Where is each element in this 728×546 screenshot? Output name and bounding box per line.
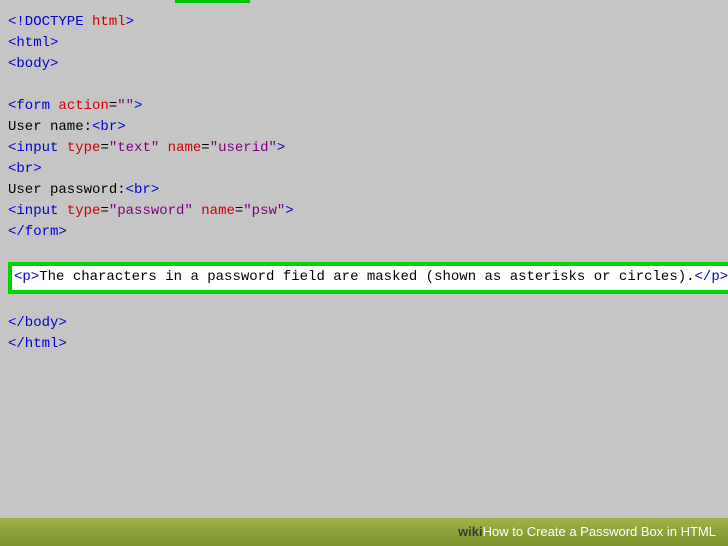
code-block: <!DOCTYPE html> <html> <body> <form acti…: [0, 0, 728, 367]
tag-body-close: </body>: [8, 315, 67, 331]
eq2: =: [100, 140, 108, 156]
attr-html: html: [84, 14, 126, 30]
tag-form-open: <form: [8, 98, 50, 114]
eq1: =: [109, 98, 117, 114]
tag-input2-close: >: [285, 203, 293, 219]
tag-input2-open: <input: [8, 203, 58, 219]
tag-input1-open: <input: [8, 140, 58, 156]
top-green-accent: [175, 0, 250, 3]
highlighted-paragraph-line: <p>The characters in a password field ar…: [8, 262, 728, 294]
tag-html-close: </html>: [8, 336, 67, 352]
tag-p-close: </p>: [695, 269, 728, 285]
tag-doctype-open: <!DOCTYPE: [8, 14, 84, 30]
attr-action-val: "": [117, 98, 134, 114]
tag-html-open: <html>: [8, 35, 58, 51]
attr-name1-val: "userid": [210, 140, 277, 156]
tag-doctype-close: >: [126, 14, 134, 30]
tag-br-2: <br>: [8, 161, 42, 177]
attr-name2-val: "psw": [243, 203, 285, 219]
tag-br-3: <br>: [126, 182, 160, 198]
footer-title: How to Create a Password Box in HTML: [483, 524, 716, 539]
attr-name1: name: [159, 140, 201, 156]
text-userpassword-label: User password:: [8, 182, 126, 198]
tag-form-close-a: >: [134, 98, 142, 114]
attr-type1-val: "text": [109, 140, 159, 156]
eq4: =: [100, 203, 108, 219]
attr-type1: type: [58, 140, 100, 156]
attr-name2: name: [193, 203, 235, 219]
attr-action: action: [50, 98, 109, 114]
attr-type2: type: [58, 203, 100, 219]
tag-form-close: </form>: [8, 224, 67, 240]
eq3: =: [201, 140, 209, 156]
footer-brand-prefix: wiki: [458, 524, 483, 539]
tag-input1-close: >: [277, 140, 285, 156]
text-paragraph: The characters in a password field are m…: [39, 269, 694, 285]
tag-body-open: <body>: [8, 56, 58, 72]
attr-type2-val: "password": [109, 203, 193, 219]
tag-p-open: <p>: [14, 269, 39, 285]
text-username-label: User name:: [8, 119, 92, 135]
footer-bar: wikiHow to Create a Password Box in HTML: [0, 518, 728, 546]
tag-br-1: <br>: [92, 119, 126, 135]
